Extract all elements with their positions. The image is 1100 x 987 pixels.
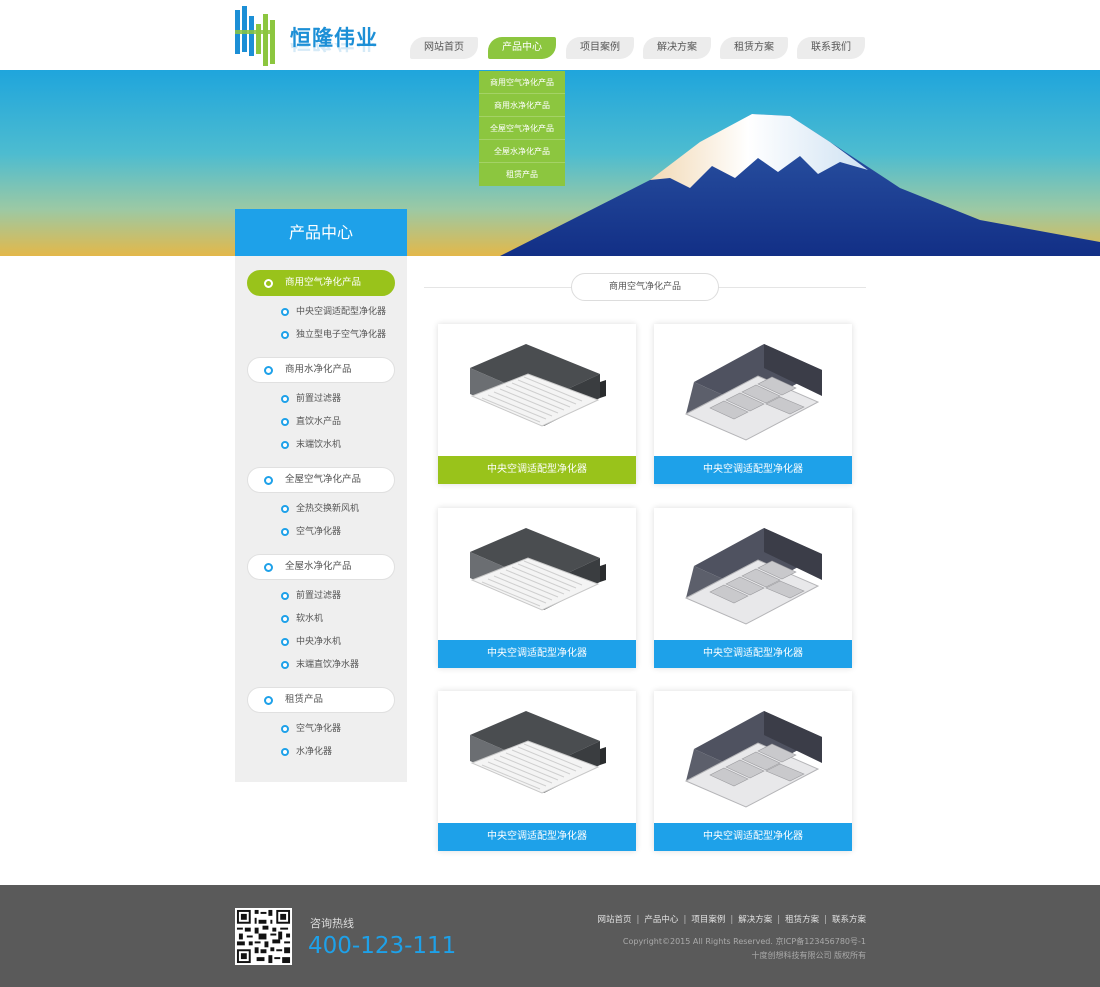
circle-bullet-icon [281,638,289,646]
product-card[interactable]: 中央空调适配型净化器 [654,691,852,851]
logo[interactable]: 恒隆伟业 恒隆伟业 [235,6,378,68]
product-card[interactable]: 中央空调适配型净化器 [654,508,852,668]
product-caption: 中央空调适配型净化器 [654,640,852,668]
dropdown-item-leasing[interactable]: 租赁产品 [479,163,565,186]
category-label: 租赁产品 [285,694,324,705]
product-caption: 中央空调适配型净化器 [438,456,636,484]
circle-bullet-icon [281,725,289,733]
qr-code-icon [235,908,292,965]
site-header: 恒隆伟业 恒隆伟业 网站首页 产品中心 项目案例 解决方案 租赁方案 联系我们 [0,0,1100,70]
footer-link-home[interactable]: 网站首页 [598,915,632,925]
footer-link-cases[interactable]: 项目案例 [691,915,725,925]
ceiling-purifier-white-icon [470,344,606,427]
circle-bullet-icon [281,592,289,600]
nav-item-home[interactable]: 网站首页 [410,37,478,59]
footer-link-solutions[interactable]: 解决方案 [738,915,772,925]
dropdown-item-commercial-air[interactable]: 商用空气净化产品 [479,71,565,94]
product-caption: 中央空调适配型净化器 [654,823,852,851]
dropdown-item-commercial-water[interactable]: 商用水净化产品 [479,94,565,117]
nav-item-contact[interactable]: 联系我们 [797,37,865,59]
circle-bullet-icon [281,748,289,756]
nav-item-solutions[interactable]: 解决方案 [643,37,711,59]
site-footer: 咨询热线 400-123-111 网站首页 | 产品中心 | 项目案例 | 解决方案 | 租赁方… [0,885,1100,987]
circle-bullet-icon [281,395,289,403]
sidebar-category-commercial-air[interactable]: 商用空气净化产品 [247,270,395,296]
sidebar-category-commercial-water[interactable]: 商用水净化产品 [247,357,395,383]
ceiling-purifier-white-icon [470,711,606,794]
circle-bullet-icon [281,441,289,449]
circle-bullet-icon [281,528,289,536]
hotline-number[interactable]: 400-123-111 [308,933,456,959]
section-title: 商用空气净化产品 [571,273,719,301]
product-card[interactable]: 中央空调适配型净化器 [438,324,636,484]
hotline-label: 咨询热线 [310,917,354,930]
category-label: 商用空气净化产品 [285,277,362,288]
sidebar-category-leasing[interactable]: 租赁产品 [247,687,395,713]
products-dropdown-menu: 商用空气净化产品 商用水净化产品 全屋空气净化产品 全屋水净化产品 租赁产品 [479,71,565,186]
sidebar-category-home-water[interactable]: 全屋水净化产品 [247,554,395,580]
copyright-text: Copyright©2015 All Rights Reserved. 京ICP… [622,937,866,946]
ceiling-purifier-grille-icon [684,528,822,625]
dropdown-item-home-water[interactable]: 全屋水净化产品 [479,140,565,163]
footer-link-contact[interactable]: 联系方案 [832,915,866,925]
nav-item-products[interactable]: 产品中心 [488,37,556,59]
footer-nav: 网站首页 | 产品中心 | 项目案例 | 解决方案 | 租赁方案 | 联系方案 [597,915,866,925]
circle-bullet-icon [281,308,289,316]
footer-link-products[interactable]: 产品中心 [644,915,678,925]
nav-item-leasing[interactable]: 租赁方案 [720,37,788,59]
logo-reflection: 恒隆伟业 [290,43,378,57]
dropdown-item-home-air[interactable]: 全屋空气净化产品 [479,117,565,140]
product-caption: 中央空调适配型净化器 [438,823,636,851]
sidebar-title: 产品中心 [235,209,407,256]
company-text: 十度创想科技有限公司 版权所有 [751,951,866,960]
circle-bullet-icon [264,563,273,572]
circle-bullet-icon [281,615,289,623]
product-caption: 中央空调适配型净化器 [654,456,852,484]
circle-bullet-icon [281,661,289,669]
nav-item-cases[interactable]: 项目案例 [566,37,634,59]
circle-bullet-icon [264,279,273,288]
logo-icon [235,6,275,66]
ceiling-purifier-grille-icon [684,344,822,441]
footer-link-leasing[interactable]: 租赁方案 [785,915,819,925]
sidebar-category-home-air[interactable]: 全屋空气净化产品 [247,467,395,493]
circle-bullet-icon [264,476,273,485]
product-caption: 中央空调适配型净化器 [438,640,636,668]
product-sidebar: 产品中心 商用空气净化产品 中央空调适配型净化器 独立型电子空气净化器 商用水净… [235,209,407,782]
circle-bullet-icon [281,418,289,426]
product-card[interactable]: 中央空调适配型净化器 [438,508,636,668]
category-label: 全屋空气净化产品 [285,474,362,485]
circle-bullet-icon [281,505,289,513]
circle-bullet-icon [264,696,273,705]
ceiling-purifier-grille-icon [684,711,822,808]
ceiling-purifier-white-icon [470,528,606,611]
circle-bullet-icon [281,331,289,339]
category-label: 全屋水净化产品 [285,561,352,572]
category-label: 商用水净化产品 [285,364,352,375]
product-card[interactable]: 中央空调适配型净化器 [438,691,636,851]
circle-bullet-icon [264,366,273,375]
product-card[interactable]: 中央空调适配型净化器 [654,324,852,484]
